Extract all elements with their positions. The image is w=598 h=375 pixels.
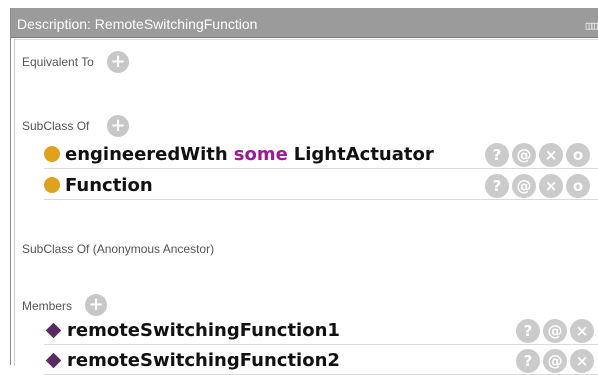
anonymous-ancestor-label: SubClass Of (Anonymous Ancestor)	[22, 242, 215, 256]
member-entry: remoteSwitchingFunction2	[44, 348, 340, 372]
close-icon: ×	[544, 177, 558, 195]
edit-icon: o	[572, 177, 584, 195]
at-icon: @	[516, 177, 532, 195]
subclass-of-label: SubClass Of	[22, 119, 90, 133]
help-button[interactable]: ?	[485, 174, 509, 198]
plus-icon: +	[110, 115, 126, 136]
description-panel: Description: RemoteSwitchingFunction ◫◫ …	[10, 8, 598, 375]
individual-icon	[45, 352, 62, 368]
edit-button[interactable]: o	[566, 174, 590, 198]
close-icon: ×	[544, 146, 558, 164]
delete-button[interactable]: ×	[570, 319, 594, 343]
individual-icon	[45, 322, 62, 338]
panel-titlebar: Description: RemoteSwitchingFunction ◫◫	[11, 8, 598, 38]
class-icon	[44, 146, 60, 162]
member-name: remoteSwitchingFunction1	[67, 319, 340, 341]
subclass-row[interactable]: engineeredWith some LightActuator ? @ × …	[44, 139, 598, 169]
close-icon: ×	[575, 322, 589, 340]
member-row[interactable]: remoteSwitchingFunction1 ? @ ×	[44, 315, 598, 345]
delete-button[interactable]: ×	[570, 349, 594, 373]
annotate-button[interactable]: @	[512, 143, 536, 167]
delete-button[interactable]: ×	[539, 174, 563, 198]
annotate-button[interactable]: @	[512, 174, 536, 198]
panel-content: Equivalent To + SubClass Of + engineered…	[14, 39, 598, 375]
subclass-row[interactable]: Function ? @ × o	[44, 170, 598, 200]
plus-icon: +	[110, 51, 126, 72]
members-label: Members	[22, 299, 73, 313]
member-entry: remoteSwitchingFunction1	[44, 318, 340, 342]
panel-title: Description: RemoteSwitchingFunction	[17, 16, 258, 32]
member-name: remoteSwitchingFunction2	[67, 349, 340, 371]
at-icon: @	[547, 352, 563, 370]
add-subclass-button[interactable]: +	[107, 115, 129, 137]
restriction-keyword: some	[233, 143, 288, 165]
delete-button[interactable]: ×	[539, 143, 563, 167]
row-actions: ? @ ×	[516, 319, 594, 343]
question-icon: ?	[523, 352, 533, 370]
help-button[interactable]: ?	[516, 349, 540, 373]
class-icon	[44, 177, 60, 193]
subclass-expression: engineeredWith some LightActuator	[44, 142, 434, 166]
close-icon: ×	[575, 352, 589, 370]
question-icon: ?	[523, 322, 533, 340]
add-equivalent-button[interactable]: +	[107, 51, 129, 73]
edit-button[interactable]: o	[566, 143, 590, 167]
annotate-button[interactable]: @	[543, 349, 567, 373]
plus-icon: +	[88, 294, 104, 315]
row-actions: ? @ ×	[516, 349, 594, 373]
equivalent-to-label: Equivalent To	[22, 55, 94, 69]
property-name: engineeredWith	[65, 143, 228, 165]
edit-icon: o	[572, 146, 584, 164]
annotate-button[interactable]: @	[543, 319, 567, 343]
question-icon: ?	[492, 146, 502, 164]
row-actions: ? @ × o	[485, 174, 590, 198]
subclass-expression: Function	[44, 173, 153, 197]
row-actions: ? @ × o	[485, 143, 590, 167]
question-icon: ?	[492, 177, 502, 195]
member-row[interactable]: remoteSwitchingFunction2 ? @ ×	[44, 345, 598, 375]
filler-class: LightActuator	[293, 143, 434, 165]
add-member-button[interactable]: +	[85, 294, 107, 316]
class-name: Function	[65, 174, 153, 196]
window-controls-icon[interactable]: ◫◫	[586, 19, 598, 32]
help-button[interactable]: ?	[516, 319, 540, 343]
at-icon: @	[547, 322, 563, 340]
at-icon: @	[516, 146, 532, 164]
help-button[interactable]: ?	[485, 143, 509, 167]
